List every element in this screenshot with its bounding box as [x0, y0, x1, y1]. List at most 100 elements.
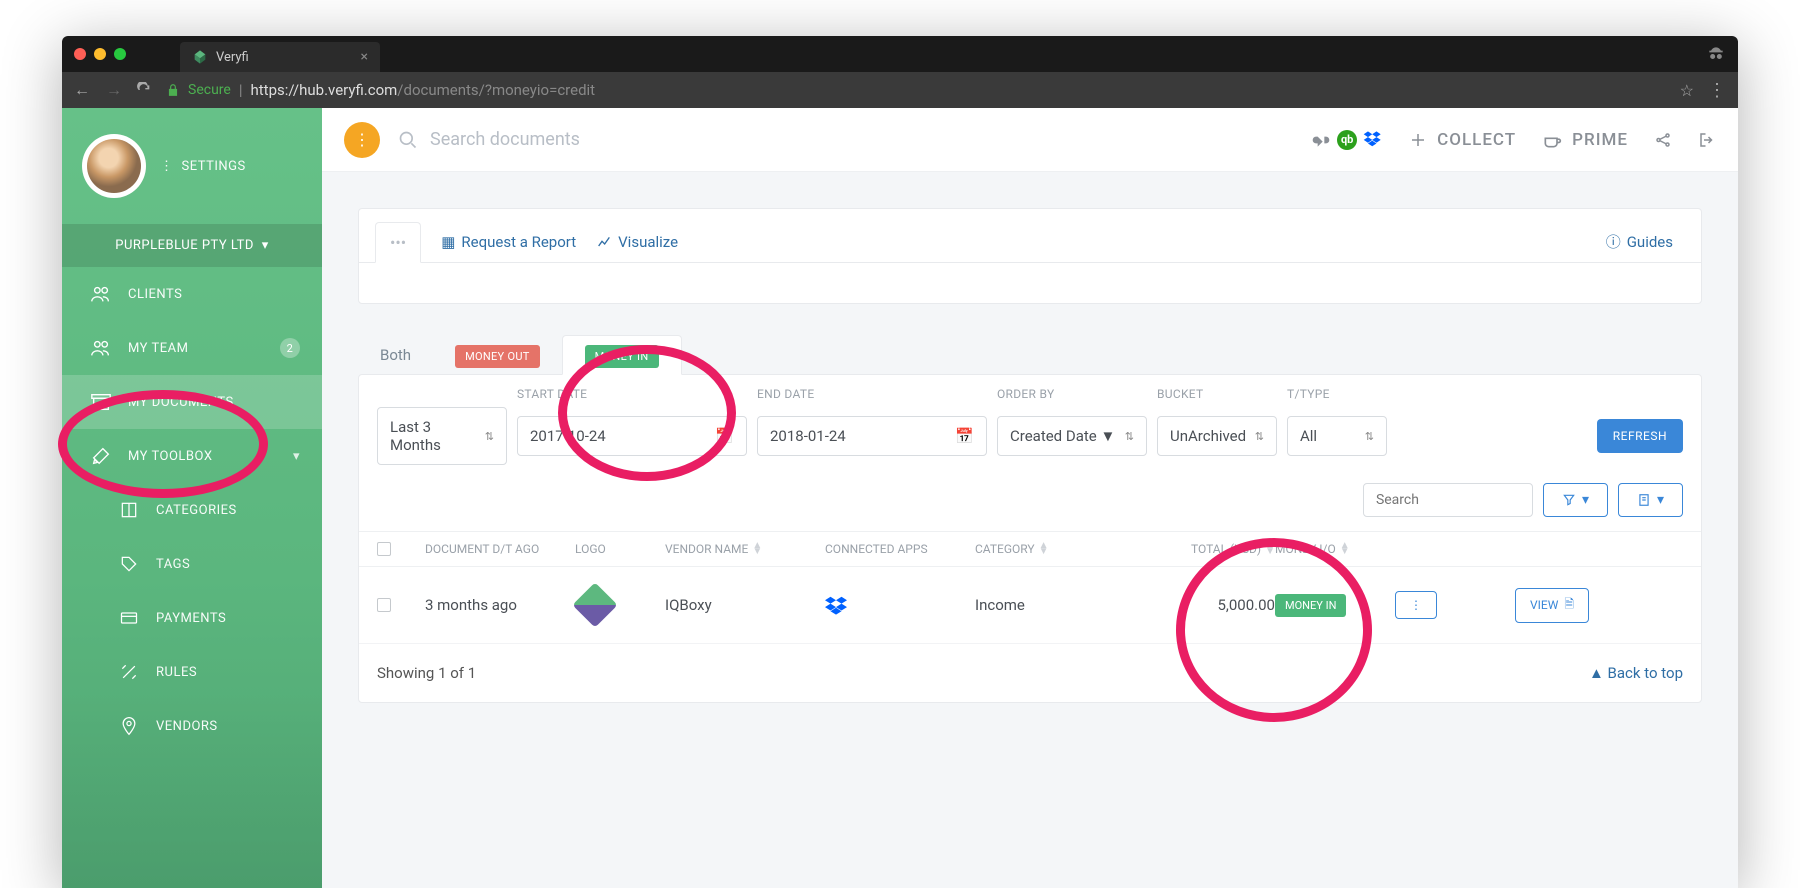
calendar-icon: 📅 [955, 427, 974, 445]
chevron-down-icon: ▾ [293, 449, 300, 464]
share-icon[interactable] [1654, 131, 1672, 149]
sidebar-item-categories[interactable]: CATEGORIES [62, 483, 322, 537]
col-category[interactable]: CATEGORY▲▼ [975, 542, 1135, 556]
request-report-link[interactable]: ▦ Request a Report [441, 233, 576, 251]
calendar-icon: 📅 [715, 427, 734, 445]
money-in-pill: MONEY IN [585, 345, 659, 368]
col-vendor[interactable]: VENDOR NAME▲▼ [665, 542, 825, 556]
visualize-link[interactable]: Visualize [596, 233, 678, 251]
url-text[interactable]: https://hub.veryfi.com/documents/?moneyi… [251, 81, 596, 99]
incognito-icon [1706, 44, 1726, 64]
dropbox-icon[interactable] [1363, 130, 1383, 150]
prime-button[interactable]: PRIME [1542, 130, 1628, 150]
sidebar-item-label: MY TOOLBOX [128, 449, 212, 464]
browser-tab[interactable]: Veryfi × [180, 42, 380, 72]
back-to-top-link[interactable]: ▲ Back to top [1589, 664, 1683, 682]
search-input[interactable] [430, 129, 730, 150]
logout-icon[interactable] [1698, 131, 1716, 149]
header-bucket: BUCKET [1157, 387, 1277, 401]
team-count-badge: 2 [280, 338, 300, 358]
tools-icon [90, 445, 112, 467]
sidebar-item-label: RULES [156, 665, 197, 680]
sidebar-item-tags[interactable]: TAGS [62, 537, 322, 591]
collect-button[interactable]: COLLECT [1409, 130, 1516, 150]
quick-menu-button[interactable]: ⋮ [344, 122, 380, 158]
chart-line-icon [596, 234, 612, 250]
quickbooks-icon[interactable]: qb [1337, 130, 1357, 150]
col-document-dt[interactable]: DOCUMENT D/T AGO [425, 542, 575, 556]
minimize-window-button[interactable] [94, 48, 106, 60]
tab-both[interactable]: Both [358, 336, 433, 374]
start-date-input[interactable]: 2017-10-24 📅 [517, 416, 747, 456]
veryfi-favicon-icon [192, 49, 208, 65]
sidebar-item-clients[interactable]: CLIENTS [62, 267, 322, 321]
caret-down-icon: ▾ [1657, 492, 1664, 508]
sidebar-item-my-team[interactable]: MY TEAM 2 [62, 321, 322, 375]
top-header: ⋮ qb COLLECT PRIME [322, 108, 1738, 172]
order-by-select[interactable]: Created Date ▼⇅ [997, 416, 1147, 456]
cell-vendor-name: IQBoxy [665, 596, 825, 614]
range-select[interactable]: Last 3 Months⇅ [377, 407, 507, 465]
cell-money-io: MONEY IN [1275, 594, 1395, 617]
funnel-icon [1562, 493, 1576, 507]
maximize-window-button[interactable] [114, 48, 126, 60]
book-icon [118, 499, 140, 521]
back-button[interactable]: ← [74, 80, 90, 100]
select-all-checkbox[interactable] [377, 542, 391, 556]
reload-button[interactable] [136, 82, 152, 98]
tab-money-out[interactable]: MONEY OUT [433, 336, 562, 374]
sidebar-item-payments[interactable]: PAYMENTS [62, 591, 322, 645]
plus-icon [1409, 131, 1427, 149]
team-icon [90, 337, 112, 359]
col-connected-apps: CONNECTED APPS [825, 542, 975, 556]
close-window-button[interactable] [74, 48, 86, 60]
filter-dropdown-button[interactable]: ▾ [1543, 483, 1608, 517]
sidebar-item-vendors[interactable]: VENDORS [62, 699, 322, 753]
search-icon [398, 130, 418, 150]
secure-label: Secure [188, 82, 231, 98]
table-search-input[interactable] [1363, 483, 1533, 517]
more-actions-tab[interactable]: ••• [375, 222, 421, 263]
lock-icon [166, 83, 180, 97]
sidebar-item-label: PAYMENTS [156, 611, 226, 626]
header-start-date: START DATE [517, 387, 747, 401]
caret-down-icon: ▾ [1582, 492, 1589, 508]
sidebar-item-label: MY DOCUMENTS [128, 395, 234, 410]
sidebar-item-label: CLIENTS [128, 287, 182, 302]
col-total[interactable]: TOTAL (USD)▲▼ [1135, 542, 1275, 556]
refresh-button[interactable]: REFRESH [1597, 419, 1683, 453]
tab-close-button[interactable]: × [361, 49, 368, 65]
avatar[interactable] [82, 134, 146, 198]
export-dropdown-button[interactable]: ▾ [1618, 483, 1683, 517]
cell-total: 5,000.00 [1135, 596, 1275, 614]
ttype-select[interactable]: All⇅ [1287, 416, 1387, 456]
bookmark-star-icon[interactable]: ☆ [1680, 81, 1694, 100]
sidebar-item-my-documents[interactable]: MY DOCUMENTS [62, 375, 322, 429]
guides-link[interactable]: ⓘ Guides [1606, 231, 1685, 252]
sidebar-item-label: CATEGORIES [156, 503, 237, 518]
sidebar-item-rules[interactable]: RULES [62, 645, 322, 699]
organization-selector[interactable]: PURPLEBLUE PTY LTD ▾ [62, 224, 322, 267]
dropbox-icon [825, 594, 975, 616]
bucket-select[interactable]: UnArchived⇅ [1157, 416, 1277, 456]
settings-label: SETTINGS [182, 159, 246, 174]
sidebar-item-label: VENDORS [156, 719, 218, 734]
window-controls [74, 48, 126, 60]
plug-icon[interactable] [1311, 130, 1331, 150]
cell-category: Income [975, 596, 1135, 614]
row-checkbox[interactable] [377, 598, 391, 612]
header-ttype: T/TYPE [1287, 387, 1387, 401]
forward-button[interactable]: → [106, 80, 122, 100]
end-date-input[interactable]: 2018-01-24 📅 [757, 416, 987, 456]
browser-menu-button[interactable]: ⋮ [1708, 80, 1726, 101]
settings-link[interactable]: ⋮ SETTINGS [160, 159, 246, 174]
row-more-button[interactable]: ⋮ [1395, 591, 1437, 619]
tab-title: Veryfi [216, 50, 353, 65]
header-order-by: ORDER BY [997, 387, 1147, 401]
caret-down-icon: ▾ [262, 238, 269, 253]
sidebar-item-my-toolbox[interactable]: MY TOOLBOX ▾ [62, 429, 322, 483]
tab-money-in[interactable]: MONEY IN [562, 335, 682, 375]
browser-url-bar: ← → Secure | https://hub.veryfi.com/docu… [62, 72, 1738, 108]
row-view-button[interactable]: VIEW 🗎 [1515, 588, 1589, 623]
col-money-io[interactable]: MONEY I/O▲▼ [1275, 542, 1395, 556]
